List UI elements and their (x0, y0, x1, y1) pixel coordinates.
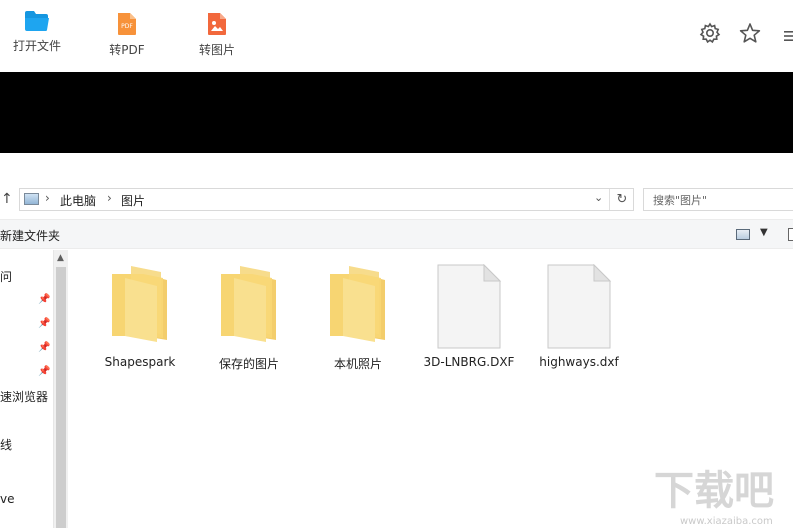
convert-to-pdf-label: 转PDF (109, 43, 145, 57)
navigation-pane: 问 📌 📌 📌 📌 速浏览器 线 ve (0, 250, 54, 528)
folder-icon (330, 266, 385, 342)
pictures-location-icon (24, 193, 39, 205)
nav-item[interactable]: 线 (0, 436, 12, 453)
document-icon (437, 264, 502, 349)
convert-to-image-label: 转图片 (198, 43, 235, 57)
file-item[interactable]: highways.dxf (524, 262, 634, 380)
pin-icon[interactable]: 📌 (38, 318, 50, 329)
open-file-label: 打开文件 (12, 39, 61, 53)
nav-item[interactable]: 速浏览器 (0, 388, 48, 405)
item-name: highways.dxf (539, 355, 619, 369)
open-file-button[interactable]: 打开文件 (4, 0, 70, 72)
address-row: ↑ › 此电脑 › 图片 ⌄ ↻ 搜索"图片" (0, 185, 793, 215)
pdf-badge-text: PDF (121, 23, 133, 30)
breadcrumb-this-pc[interactable]: 此电脑 (60, 192, 96, 209)
scrollbar-thumb[interactable] (56, 267, 66, 528)
new-folder-button[interactable]: 新建文件夹 (0, 227, 60, 244)
black-banner (0, 72, 793, 153)
refresh-icon[interactable]: ↻ (609, 189, 634, 210)
item-name: 3D-LNBRG.DXF (423, 355, 515, 369)
pdf-file-icon: PDF (116, 12, 138, 40)
folder-icon (112, 266, 167, 342)
chevron-down-icon[interactable]: ⌄ (594, 191, 603, 204)
breadcrumb-separator-icon: › (107, 191, 112, 205)
nav-item[interactable]: ve (0, 492, 14, 506)
navigation-scrollbar[interactable]: ▲ (53, 250, 68, 528)
search-input[interactable]: 搜索"图片" (643, 188, 793, 211)
convert-to-pdf-button[interactable]: PDF 转PDF (98, 0, 156, 72)
preview-pane-icon[interactable] (788, 228, 793, 241)
pin-icon[interactable]: 📌 (38, 342, 50, 353)
image-file-icon (206, 12, 228, 40)
file-explorer: ↑ › 此电脑 › 图片 ⌄ ↻ 搜索"图片" 新建文件夹 ▼ 问 📌 📌 📌 … (0, 153, 793, 528)
breadcrumb-separator-icon: › (45, 191, 50, 205)
folder-icon (221, 266, 276, 342)
item-name: 保存的图片 (218, 357, 279, 371)
breadcrumb-pictures[interactable]: 图片 (121, 192, 145, 209)
pin-icon[interactable]: 📌 (38, 366, 50, 377)
nav-item[interactable]: 问 (0, 268, 12, 285)
file-list: Shapespark 保存的图片 本机照片 3D-LNBRG.DXF highw… (68, 250, 793, 528)
pin-icon[interactable]: 📌 (38, 294, 50, 305)
item-name: Shapespark (104, 355, 176, 369)
document-icon (547, 264, 612, 349)
address-bar[interactable]: › 此电脑 › 图片 ⌄ ↻ (19, 188, 634, 211)
folder-open-icon (24, 10, 50, 36)
folder-item[interactable]: Shapespark (85, 262, 195, 380)
file-item[interactable]: 3D-LNBRG.DXF (414, 262, 524, 380)
command-bar: 新建文件夹 ▼ (0, 219, 793, 249)
menu-icon[interactable] (783, 27, 793, 46)
folder-item[interactable]: 本机照片 (303, 262, 413, 380)
view-dropdown-icon[interactable]: ▼ (760, 227, 768, 238)
item-name: 本机照片 (333, 357, 382, 371)
scroll-up-icon[interactable]: ▲ (57, 253, 64, 263)
folder-item[interactable]: 保存的图片 (194, 262, 304, 380)
up-arrow-icon[interactable]: ↑ (1, 191, 13, 207)
view-mode-icon[interactable] (736, 229, 750, 240)
gear-icon[interactable] (699, 22, 721, 48)
star-icon[interactable] (739, 22, 761, 48)
convert-to-image-button[interactable]: 转图片 (188, 0, 246, 72)
app-toolbar: 打开文件 PDF 转PDF 转图片 (0, 0, 793, 72)
